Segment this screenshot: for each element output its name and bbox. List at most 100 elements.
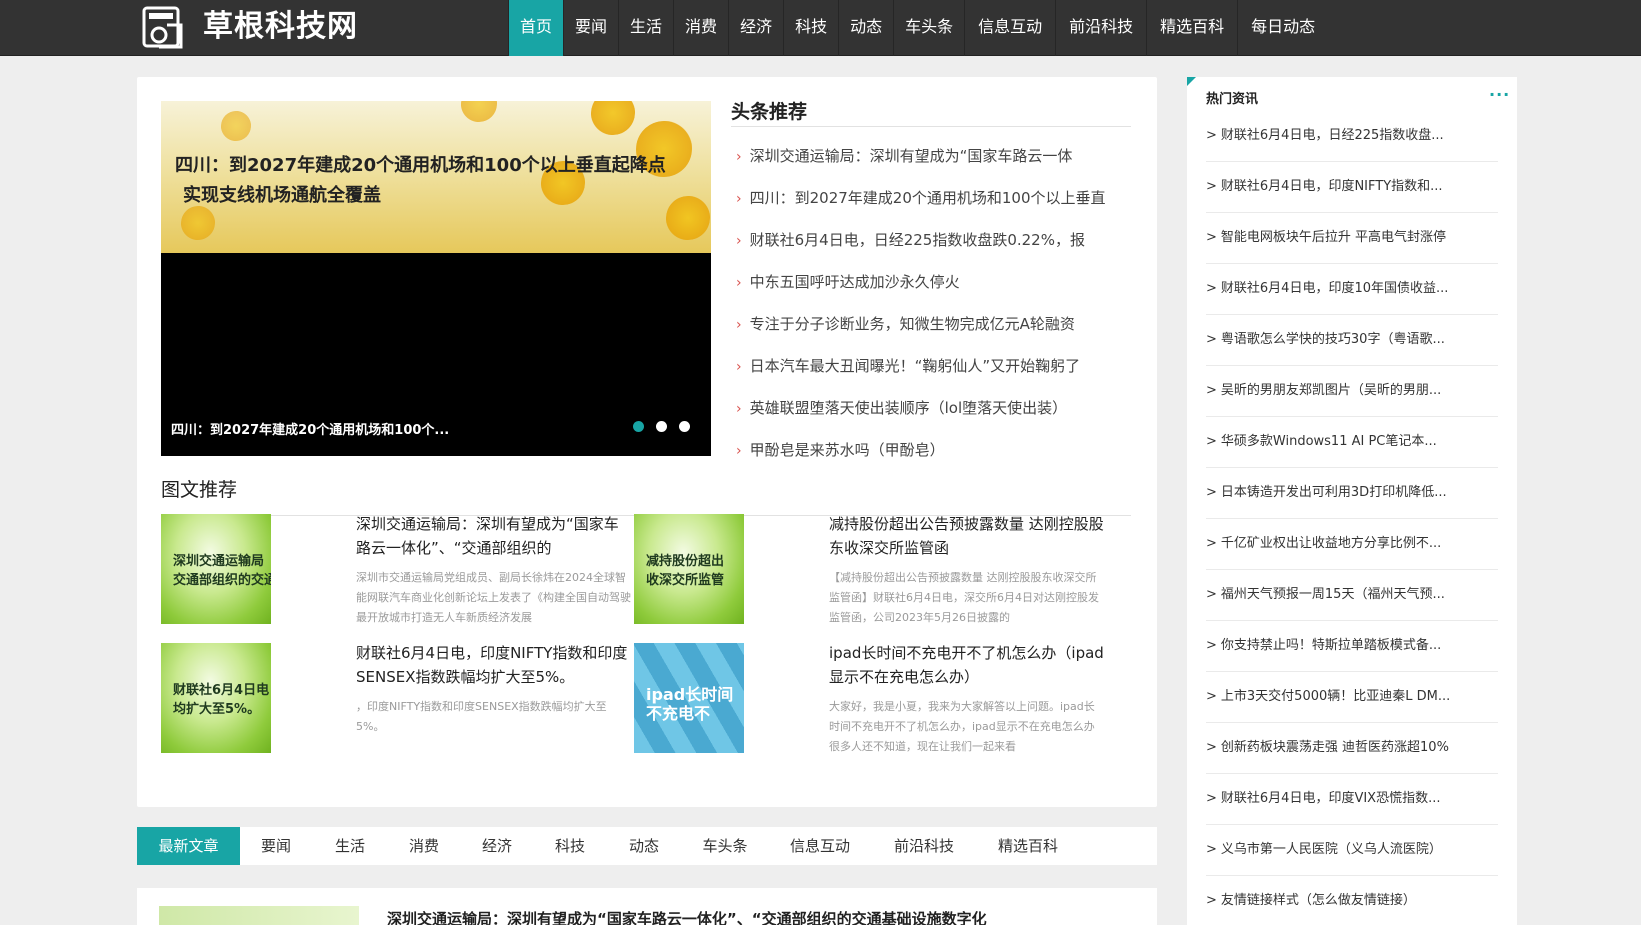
- chevron-right-icon: >: [1206, 689, 1217, 704]
- news-thumbnail[interactable]: 减持股份超出 收深交所监管: [634, 514, 744, 624]
- category-tab[interactable]: 动态: [606, 827, 682, 865]
- more-icon[interactable]: ···: [1489, 85, 1510, 104]
- hot-news-text[interactable]: 智能电网板块午后拉升 平高电气封涨停: [1221, 230, 1446, 245]
- slider-dot[interactable]: [633, 421, 644, 432]
- chevron-right-icon: >: [1206, 179, 1217, 194]
- category-tab[interactable]: 生活: [312, 827, 388, 865]
- chevron-right-icon: >: [1206, 638, 1217, 653]
- nav-item[interactable]: 要闻: [563, 0, 618, 56]
- nav-item[interactable]: 每日动态: [1237, 0, 1328, 56]
- headline-item[interactable]: › 四川：到2027年建成20个通用机场和100个以上垂直: [736, 177, 1136, 219]
- headline-item[interactable]: › 中东五国呼吁达成加沙永久停火: [736, 261, 1136, 303]
- category-tab[interactable]: 要闻: [240, 827, 312, 865]
- headline-text[interactable]: 甲酚皂是来苏水吗（甲酚皂）: [750, 441, 945, 459]
- hot-news-item[interactable]: > 智能电网板块午后拉升 平高电气封涨停: [1206, 213, 1498, 264]
- hot-news-item[interactable]: > 福州天气预报一周15天（福州天气预...: [1206, 570, 1498, 621]
- hot-news-item[interactable]: > 义乌市第一人民医院（义乌人流医院）: [1206, 825, 1498, 876]
- hot-news-text[interactable]: 吴昕的男朋友郑凯图片（吴昕的男朋...: [1221, 383, 1441, 398]
- hot-news-text[interactable]: 创新药板块震荡走强 迪哲医药涨超10%: [1221, 740, 1449, 755]
- nav-item[interactable]: 前沿科技: [1055, 0, 1146, 56]
- hot-news-text[interactable]: 粤语歌怎么学快的技巧30字（粤语歌...: [1221, 332, 1445, 347]
- headline-item[interactable]: › 日本汽车最大丑闻曝光！“鞠躬仙人”又开始鞠躬了: [736, 345, 1136, 387]
- news-summary: ，印度NIFTY指数和印度SENSEX指数跌幅均扩大至5%。: [356, 700, 607, 733]
- hot-news-text[interactable]: 义乌市第一人民医院（义乌人流医院）: [1221, 842, 1442, 857]
- headline-item[interactable]: › 英雄联盟堕落天使出装顺序（lol堕落天使出装）: [736, 387, 1136, 429]
- news-headline[interactable]: 深圳交通运输局：深圳有望成为“国家车路云一体化”、“交通部组织的: [356, 512, 631, 560]
- slide-caption[interactable]: 四川：到2027年建成20个通用机场和100个...: [171, 419, 449, 438]
- category-tab[interactable]: 科技: [534, 827, 606, 865]
- headline-text[interactable]: 日本汽车最大丑闻曝光！“鞠躬仙人”又开始鞠躬了: [750, 357, 1081, 375]
- headline-text[interactable]: 财联社6月4日电，日经225指数收盘跌0.22%，报: [750, 231, 1085, 249]
- hot-news-item[interactable]: > 上市3天交付5000辆！比亚迪秦L DM...: [1206, 672, 1498, 723]
- headline-item[interactable]: › 深圳交通运输局：深圳有望成为“国家车路云一体: [736, 135, 1136, 177]
- hot-news-text[interactable]: 财联社6月4日电，印度NIFTY指数和...: [1221, 179, 1443, 194]
- headline-item[interactable]: › 专注于分子诊断业务，知微生物完成亿元A轮融资: [736, 303, 1136, 345]
- category-tab[interactable]: 经济: [460, 827, 534, 865]
- chevron-right-icon: >: [1206, 740, 1217, 755]
- category-tab[interactable]: 最新文章: [137, 827, 240, 865]
- news-thumbnail[interactable]: 深圳交通运输局 交通部组织的交通: [161, 514, 271, 624]
- category-tab[interactable]: 消费: [388, 827, 460, 865]
- category-tab[interactable]: 车头条: [682, 827, 768, 865]
- hot-news-text[interactable]: 千亿矿业权出让收益地方分享比例不...: [1221, 536, 1441, 551]
- hot-news-text[interactable]: 日本铸造开发出可利用3D打印机降低...: [1221, 485, 1447, 500]
- nav-item[interactable]: 经济: [728, 0, 783, 56]
- headline-slider[interactable]: 四川：到2027年建成20个通用机场和100个以上垂直起降点 实现支线机场通航全…: [161, 101, 711, 456]
- article-title[interactable]: 深圳交通运输局：深圳有望成为“国家车路云一体化”、“交通部组织的交通基础设施数字…: [387, 908, 987, 925]
- news-headline[interactable]: 减持股份超出公告预披露数量 达刚控股股东收深交所监管函: [829, 512, 1104, 560]
- headline-text[interactable]: 中东五国呼吁达成加沙永久停火: [750, 273, 960, 291]
- hot-news-text[interactable]: 福州天气预报一周15天（福州天气预...: [1221, 587, 1445, 602]
- slide-image[interactable]: 四川：到2027年建成20个通用机场和100个以上垂直起降点 实现支线机场通航全…: [161, 101, 711, 253]
- headline-text[interactable]: 英雄联盟堕落天使出装顺序（lol堕落天使出装）: [750, 399, 1068, 417]
- hot-news-item[interactable]: > 财联社6月4日电，印度10年国债收益...: [1206, 264, 1498, 315]
- news-headline[interactable]: ipad长时间不充电开不了机怎么办（ipad显示不在充电怎么办）: [829, 641, 1104, 689]
- news-headline[interactable]: 财联社6月4日电，印度NIFTY指数和印度SENSEX指数跌幅均扩大至5%。: [356, 641, 631, 689]
- hot-news-item[interactable]: > 日本铸造开发出可利用3D打印机降低...: [1206, 468, 1498, 519]
- hot-news-item[interactable]: > 华硕多款Windows11 AI PC笔记本...: [1206, 417, 1498, 468]
- hot-news-item[interactable]: > 财联社6月4日电，印度NIFTY指数和...: [1206, 162, 1498, 213]
- news-logo-icon[interactable]: [141, 5, 185, 51]
- nav-item[interactable]: 车头条: [893, 0, 964, 56]
- picture-news-item: 深圳交通运输局 交通部组织的交通 深圳交通运输局：深圳有望成为“国家车路云一体化”…: [161, 514, 631, 632]
- nav-item[interactable]: 生活: [618, 0, 673, 56]
- category-tab[interactable]: 信息互动: [768, 827, 872, 865]
- hot-news-text[interactable]: 友情链接样式（怎么做友情链接）: [1221, 893, 1416, 908]
- headline-item[interactable]: › 财联社6月4日电，日经225指数收盘跌0.22%，报: [736, 219, 1136, 261]
- headline-text[interactable]: 深圳交通运输局：深圳有望成为“国家车路云一体: [750, 147, 1073, 165]
- site-name[interactable]: 草根科技网: [203, 8, 358, 46]
- category-tab[interactable]: 精选百科: [976, 827, 1080, 865]
- category-tab[interactable]: 前沿科技: [872, 827, 976, 865]
- hot-news-text[interactable]: 你支持禁止吗！特斯拉单踏板模式备...: [1221, 638, 1441, 653]
- hot-news-text[interactable]: 财联社6月4日电，印度VIX恐慌指数...: [1221, 791, 1441, 806]
- hot-news-item[interactable]: > 创新药板块震荡走强 迪哲医药涨超10%: [1206, 723, 1498, 774]
- chevron-right-icon: ›: [736, 275, 742, 291]
- chevron-right-icon: >: [1206, 893, 1217, 908]
- hot-news-text[interactable]: 财联社6月4日电，日经225指数收盘...: [1221, 128, 1444, 143]
- headline-text[interactable]: 专注于分子诊断业务，知微生物完成亿元A轮融资: [750, 315, 1075, 333]
- slider-dot[interactable]: [679, 421, 690, 432]
- hot-news-text[interactable]: 财联社6月4日电，印度10年国债收益...: [1221, 281, 1448, 296]
- article-thumbnail[interactable]: [159, 906, 359, 925]
- slide-headline-line2: 实现支线机场通航全覆盖: [183, 185, 381, 206]
- hot-news-item[interactable]: > 财联社6月4日电，日经225指数收盘...: [1206, 111, 1498, 162]
- headline-text[interactable]: 四川：到2027年建成20个通用机场和100个以上垂直: [750, 189, 1106, 207]
- hot-news-item[interactable]: > 千亿矿业权出让收益地方分享比例不...: [1206, 519, 1498, 570]
- nav-item[interactable]: 消费: [673, 0, 728, 56]
- hot-news-item[interactable]: > 友情链接样式（怎么做友情链接）: [1206, 876, 1498, 925]
- nav-item[interactable]: 首页: [508, 0, 564, 56]
- nav-item[interactable]: 信息互动: [964, 0, 1055, 56]
- hot-news-item[interactable]: > 财联社6月4日电，印度VIX恐慌指数...: [1206, 774, 1498, 825]
- headline-item[interactable]: › 甲酚皂是来苏水吗（甲酚皂）: [736, 429, 1136, 471]
- nav-item[interactable]: 动态: [838, 0, 893, 56]
- nav-item[interactable]: 科技: [783, 0, 838, 56]
- hot-news-item[interactable]: > 吴昕的男朋友郑凯图片（吴昕的男朋...: [1206, 366, 1498, 417]
- hot-news-item[interactable]: > 你支持禁止吗！特斯拉单踏板模式备...: [1206, 621, 1498, 672]
- picture-news-item: 减持股份超出 收深交所监管 减持股份超出公告预披露数量 达刚控股股东收深交所监管函…: [634, 514, 1104, 632]
- news-thumbnail[interactable]: ipad长时间 不充电不: [634, 643, 744, 753]
- hot-news-text[interactable]: 上市3天交付5000辆！比亚迪秦L DM...: [1221, 689, 1450, 704]
- hot-news-item[interactable]: > 粤语歌怎么学快的技巧30字（粤语歌...: [1206, 315, 1498, 366]
- hot-news-text[interactable]: 华硕多款Windows11 AI PC笔记本...: [1221, 434, 1437, 449]
- nav-item[interactable]: 精选百科: [1146, 0, 1237, 56]
- slider-dot[interactable]: [656, 421, 667, 432]
- news-thumbnail[interactable]: 财联社6月4日电 均扩大至5%。: [161, 643, 271, 753]
